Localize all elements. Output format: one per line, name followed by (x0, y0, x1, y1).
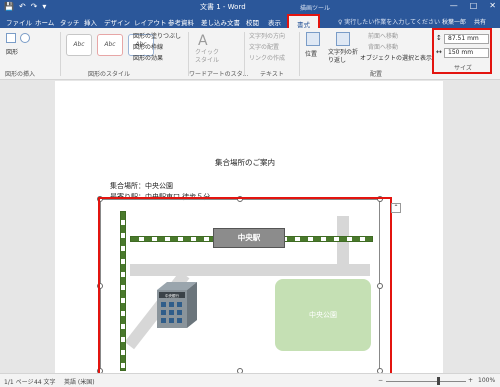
tab-home[interactable]: ホーム (35, 17, 54, 27)
position-button[interactable]: 位置 (305, 49, 317, 58)
undo-icon[interactable]: ↶ (19, 2, 26, 12)
save-icon[interactable]: 💾 (4, 2, 14, 12)
window-controls: — □ ✕ (450, 1, 496, 10)
document-heading: 集合場所のご案内 (215, 158, 275, 167)
text-direction-button[interactable]: 文字列の方向 (249, 31, 285, 40)
tab-format[interactable]: 書式 (287, 14, 320, 29)
tab-layout[interactable]: レイアウト (134, 17, 167, 27)
ribbon: 図形 図形の挿入 Abc Abc Abc 図形の塗りつぶし 図形の枠線 図形の効… (0, 28, 500, 80)
zoom-in-icon[interactable]: + (468, 377, 473, 384)
language[interactable]: 英語 (米国) (64, 377, 95, 386)
style-swatch-1[interactable]: Abc (66, 34, 92, 56)
share-button[interactable]: 共有 (474, 17, 486, 26)
shape-gallery-icon[interactable] (6, 33, 16, 43)
style-swatch-2[interactable]: Abc (97, 34, 123, 56)
status-bar: 1/1 ページ 44 文字 英語 (米国) − + 100% (0, 373, 500, 387)
close-button[interactable]: ✕ (489, 1, 496, 10)
divider (299, 32, 300, 76)
bring-forward-button[interactable]: 前面へ移動 (368, 31, 398, 40)
shape-height-input[interactable]: 87.51 mm (444, 34, 489, 44)
shape-outline-button[interactable]: 図形の枠線 (133, 42, 163, 51)
minimize-button[interactable]: — (450, 1, 458, 10)
divider (244, 32, 245, 76)
window-title: 文書 1 - Word (200, 3, 246, 11)
tab-mailings[interactable]: 差し込み文書 (201, 17, 240, 27)
shape-width-input[interactable]: 150 mm (444, 48, 489, 58)
divider (60, 32, 61, 76)
document-area: 集合場所のご案内 集合場所：中央公園 最寄り駅：中央駅東口 徒歩５分 中央駅 中… (0, 81, 500, 373)
tab-touch[interactable]: タッチ (60, 17, 80, 27)
document-page[interactable]: 集合場所のご案内 集合場所：中央公園 最寄り駅：中央駅東口 徒歩５分 中央駅 中… (55, 81, 443, 373)
maximize-button[interactable]: □ (470, 1, 478, 10)
zoom-slider[interactable] (386, 381, 466, 382)
page-count[interactable]: 1/1 ページ (4, 377, 33, 386)
tell-me-search[interactable]: ♀ 実行したい作業を入力してください (338, 17, 440, 26)
tab-insert[interactable]: 挿入 (84, 17, 97, 27)
shape-fill-button[interactable]: 図形の塗りつぶし (133, 31, 181, 40)
position-icon[interactable] (306, 32, 320, 46)
tab-view[interactable]: 表示 (268, 17, 281, 27)
document-line-meeting-place: 集合場所：中央公園 (110, 182, 173, 190)
text-align-button[interactable]: 文字の配置 (249, 42, 279, 51)
layout-options-icon[interactable]: ⌃ (391, 203, 401, 213)
tab-design[interactable]: デザイン (104, 17, 130, 27)
size-group: ↕ 87.51 mm ↔ 150 mm サイズ (432, 28, 492, 74)
group-label-text: テキスト (260, 71, 284, 78)
quick-style-button[interactable]: クイック スタイル (195, 49, 219, 65)
group-label-arrange: 配置 (370, 71, 383, 78)
selection-pane-button[interactable]: オブジェクトの選択と表示 (360, 53, 432, 62)
zoom-level[interactable]: 100% (478, 377, 495, 384)
quick-style-icon[interactable]: A (198, 34, 212, 48)
quick-access-toolbar: 💾 ↶ ↷ ▾ (4, 2, 46, 12)
group-label-size: サイズ (454, 65, 472, 72)
shapes-button[interactable]: 図形 (6, 47, 18, 56)
edit-shape-icon[interactable] (20, 33, 30, 43)
user-name[interactable]: 秋葉一郎 (442, 17, 466, 26)
context-tab-title: 描画ツール (300, 5, 331, 12)
group-label-wordart: ワードアートのスタ… (189, 71, 249, 78)
wrap-text-button[interactable]: 文字列の折 り返し (328, 49, 358, 65)
wrap-text-icon[interactable] (336, 32, 350, 46)
tab-references[interactable]: 参考資料 (168, 17, 194, 27)
ribbon-tabs: ファイル ホーム タッチ 挿入 デザイン レイアウト 参考資料 差し込み文書 校… (0, 14, 500, 29)
zoom-out-icon[interactable]: − (378, 377, 383, 384)
title-bar: 💾 ↶ ↷ ▾ 文書 1 - Word 描画ツール — □ ✕ (0, 0, 500, 14)
redo-icon[interactable]: ↷ (31, 2, 38, 12)
dropdown-icon[interactable]: ▾ (42, 2, 46, 12)
height-icon: ↕ (436, 34, 442, 42)
word-count[interactable]: 44 文字 (34, 377, 56, 386)
tab-review[interactable]: 校閲 (246, 17, 259, 27)
tab-file[interactable]: ファイル (6, 17, 32, 27)
shape-effects-button[interactable]: 図形の効果 (133, 53, 163, 62)
width-icon: ↔ (436, 48, 442, 56)
group-label-insert-shapes: 図形の挿入 (5, 71, 36, 78)
send-backward-button[interactable]: 背面へ移動 (368, 42, 398, 51)
highlight-box (98, 197, 392, 373)
zoom-thumb[interactable] (437, 377, 440, 385)
create-link-button[interactable]: リンクの作成 (249, 53, 285, 62)
group-label-shape-styles: 図形のスタイル (88, 71, 131, 78)
